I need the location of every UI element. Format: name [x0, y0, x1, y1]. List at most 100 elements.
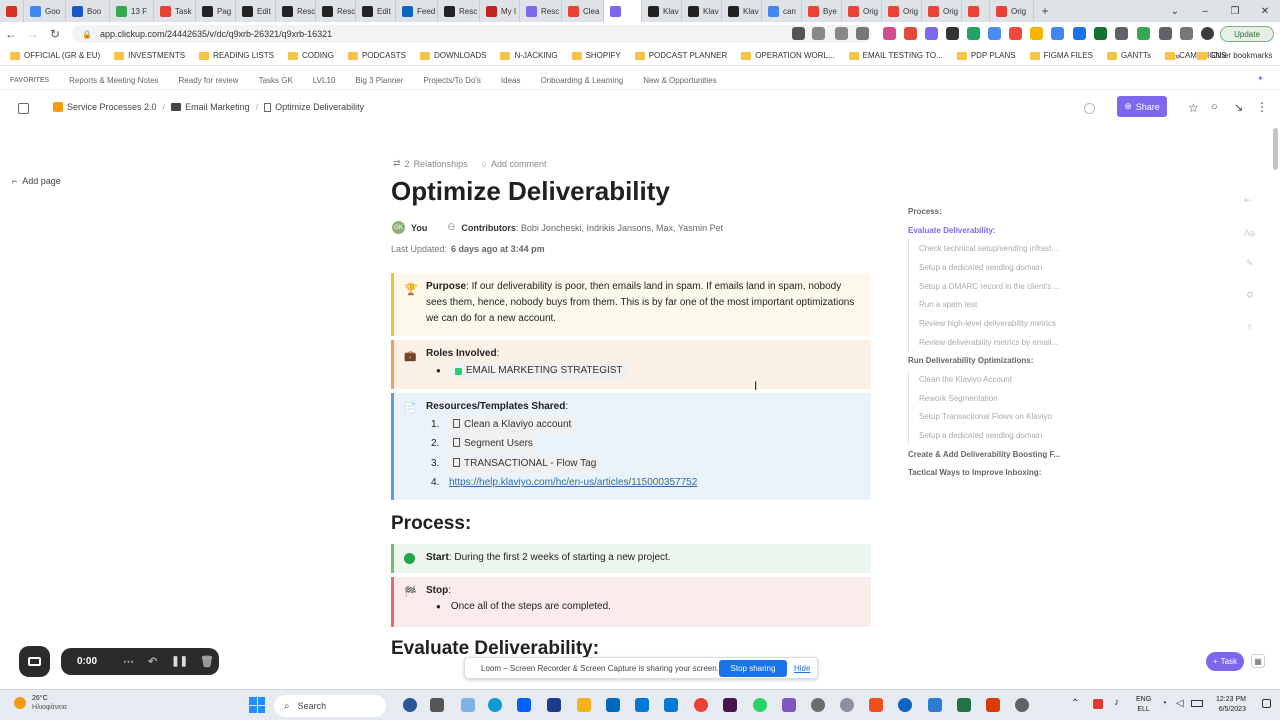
extension-icon[interactable] [883, 27, 896, 40]
tray-icon[interactable] [1093, 699, 1103, 709]
loom-undo-icon[interactable]: ↶ [148, 655, 157, 668]
favorite-item[interactable]: Tasks GK [259, 76, 293, 85]
bookmark-star-icon[interactable] [856, 27, 869, 40]
start-button-icon[interactable] [249, 697, 265, 713]
bookmark-item[interactable]: PODCASTS [347, 51, 406, 60]
reload-icon[interactable]: ↻ [44, 23, 66, 45]
clock[interactable]: 12:23 PM 6/5/2023 [1216, 695, 1246, 715]
weather-widget[interactable]: 26°C Ηλιοφάνεια [14, 694, 67, 712]
start-callout[interactable]: Start: During the first 2 weeks of start… [391, 544, 871, 573]
excel-icon[interactable] [957, 698, 971, 712]
favorite-item[interactable]: LVL10 [313, 76, 336, 85]
text-size-icon[interactable]: Aa [1244, 228, 1255, 238]
edit-mode-icon[interactable] [1084, 103, 1095, 114]
browser-tab[interactable]: Pag [196, 0, 236, 22]
taskbar-app-icon[interactable] [928, 698, 942, 712]
whatsapp-icon[interactable] [753, 698, 767, 712]
breadcrumb-space[interactable]: Service Processes 2.0 [53, 102, 157, 112]
more-options-icon[interactable]: ⋮ [1256, 100, 1268, 114]
doc-link-chip[interactable]: Clean a Klaviyo account [449, 415, 576, 434]
toc-item[interactable]: Rework Segmentation [908, 388, 1088, 408]
browser-tab[interactable]: Klav [642, 0, 682, 22]
add-page-button[interactable]: ⌐ Add page [12, 176, 61, 186]
author-avatar[interactable]: GK [392, 221, 405, 234]
toc-item[interactable]: Setup a DMARC record in the client's ... [908, 276, 1088, 296]
taskbar-search[interactable]: ⌕ Search [274, 695, 386, 717]
wifi-icon[interactable]: ◔ [1161, 698, 1167, 709]
file-explorer-icon[interactable] [577, 698, 591, 712]
share-page-icon[interactable] [835, 27, 848, 40]
browser-tab[interactable]: Resc [316, 0, 356, 22]
browser-tab[interactable]: can [762, 0, 802, 22]
contributors-list[interactable]: : Bobi Joncheski, Indrikis Jansons, Max,… [516, 223, 723, 233]
extension-icon[interactable] [988, 27, 1001, 40]
store-icon[interactable] [606, 698, 620, 712]
stop-sharing-button[interactable]: Stop sharing [719, 660, 787, 677]
loom-camera-button[interactable] [19, 646, 50, 677]
toc-item[interactable]: Check technical setup/sending infrast... [908, 239, 1088, 259]
loom-draw-icon[interactable]: ⋯ [123, 655, 134, 668]
bookmark-item[interactable]: DOWNLOADS [419, 51, 486, 60]
extension-icon[interactable] [1137, 27, 1150, 40]
taskbar-app-icon[interactable] [811, 698, 825, 712]
browser-tab[interactable] [962, 0, 990, 22]
toc-item[interactable]: Create & Add Deliverability Boosting F..… [908, 445, 1088, 464]
bookmark-item[interactable]: EMAIL TESTING TO... [848, 51, 943, 60]
browser-tab[interactable] [604, 0, 642, 22]
browser-tab[interactable]: Orig [990, 0, 1034, 22]
edge-icon[interactable] [488, 698, 502, 712]
settings-icon[interactable]: ⚙ [1246, 290, 1254, 301]
browser-tab[interactable]: Boo [66, 0, 110, 22]
favorite-star-icon[interactable]: ☆ [1188, 101, 1199, 115]
favorite-item[interactable]: Big 3 Planner [355, 76, 403, 85]
bookmark-item[interactable]: PDP PLANS [956, 51, 1016, 60]
update-button[interactable]: Update [1220, 26, 1274, 42]
browser-tab[interactable]: Goo [24, 0, 66, 22]
extension-icon[interactable] [967, 27, 980, 40]
microphone-icon[interactable]: ♪ [1114, 697, 1119, 708]
extension-icon[interactable] [1051, 27, 1064, 40]
taskbar-app-icon[interactable] [782, 698, 796, 712]
breadcrumb-folder[interactable]: Email Marketing [171, 102, 250, 112]
browser-tab[interactable]: Resc [276, 0, 316, 22]
favorite-item[interactable]: Ready for review [179, 76, 239, 85]
new-tab-button[interactable]: + [1034, 4, 1056, 18]
favorite-item[interactable]: Ideas [501, 76, 521, 85]
edit-pencil-icon[interactable]: ✎ [1246, 258, 1254, 269]
collapse-icon[interactable]: ↘ [1234, 101, 1243, 114]
favorite-item[interactable]: Onboarding & Learning [541, 76, 624, 85]
extension-icon[interactable] [1030, 27, 1043, 40]
toc-item[interactable]: Setup Transactional Flows on Klaviyo [908, 407, 1088, 427]
toc-item[interactable]: Review deliverability metrics by email..… [908, 332, 1088, 352]
resources-callout[interactable]: 📄 Resources/Templates Shared: 1. Clean a … [391, 393, 871, 500]
breadcrumb-page[interactable]: Optimize Deliverability [264, 102, 364, 112]
toc-item[interactable]: Review high-level deliverability metrics [908, 314, 1088, 333]
doc-link-chip[interactable]: TRANSACTIONAL - Flow Tag [449, 454, 601, 473]
favorite-item[interactable]: New & Opportunities [643, 76, 716, 85]
export-icon[interactable]: ⇪ [1246, 322, 1254, 333]
bookmark-item[interactable]: OPERATION WORL... [741, 51, 835, 60]
extension-icon[interactable] [946, 27, 959, 40]
profile-avatar[interactable] [1201, 27, 1214, 40]
relationships-button[interactable]: ⇄ 2 Relationships [393, 158, 468, 169]
favorite-item[interactable]: Reports & Meeting Notes [69, 76, 158, 85]
browser-tab[interactable]: Clea [562, 0, 604, 22]
extension-icon[interactable] [904, 27, 917, 40]
extension-icon[interactable] [1073, 27, 1086, 40]
apps-grid-icon[interactable]: ▦ [1251, 654, 1265, 668]
language-indicator[interactable]: ENG ELL [1136, 695, 1151, 715]
browser-tab[interactable]: Orig [842, 0, 882, 22]
browser-tab[interactable]: My I [480, 0, 520, 22]
extension-icon[interactable] [925, 27, 938, 40]
collapse-toc-icon[interactable]: ⇤ [1244, 195, 1252, 206]
battery-icon[interactable] [1191, 700, 1203, 707]
install-icon[interactable] [812, 27, 825, 40]
close-window-icon[interactable]: ✕ [1250, 0, 1280, 22]
task-view-icon[interactable] [430, 698, 444, 712]
other-bookmarks-button[interactable]: Other bookmarks [1197, 51, 1272, 60]
bookmarks-overflow-button[interactable]: » [1175, 51, 1180, 61]
bookmark-item[interactable]: GANTTs [1106, 51, 1151, 60]
puzzle-icon[interactable] [1159, 27, 1172, 40]
stop-callout[interactable]: 🏁 Stop: ● Once all of the steps are comp… [391, 577, 871, 627]
sidebar-toggle-icon[interactable] [18, 103, 29, 114]
